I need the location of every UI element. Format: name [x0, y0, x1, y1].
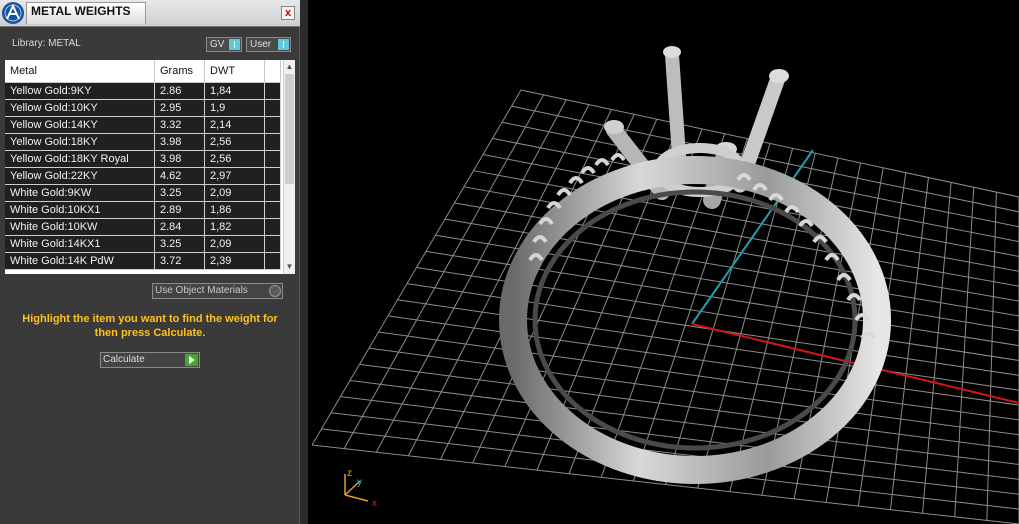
grid-line: [986, 192, 997, 521]
dwt-cell: 2,56: [204, 133, 265, 151]
column-header-grams[interactable]: Grams: [154, 60, 205, 83]
grams-cell: 2.89: [154, 201, 205, 219]
dwt-cell: 1,82: [204, 218, 265, 236]
grams-cell: 2.95: [154, 99, 205, 117]
user-toggle-label: User: [250, 39, 272, 50]
grams-cell: 3.98: [154, 150, 205, 168]
blank-cell: [264, 99, 281, 117]
scroll-down-icon[interactable]: ▼: [284, 261, 295, 273]
metal-weights-panel: METAL WEIGHTS x Library: METAL GV User M…: [0, 0, 300, 524]
panel-splitter[interactable]: [300, 0, 308, 524]
dwt-cell: 2,97: [204, 167, 265, 185]
dwt-cell: 1,9: [204, 99, 265, 117]
y-axis-label: y: [357, 477, 362, 488]
grid-line: [349, 379, 1019, 466]
blank-cell: [264, 116, 281, 134]
metal-cell: Yellow Gold:22KY: [5, 167, 155, 185]
toggle-knob-icon: [229, 39, 240, 50]
grid-line: [359, 363, 1019, 451]
grams-cell: 4.62: [154, 167, 205, 185]
panel-title: METAL WEIGHTS: [26, 2, 146, 24]
dwt-cell: 2,09: [204, 184, 265, 202]
axis-triad: z y x: [344, 468, 377, 509]
blank-cell: [264, 133, 281, 151]
metal-cell: White Gold:14K PdW: [5, 252, 155, 270]
hint-text: Highlight the item you want to find the …: [22, 313, 278, 339]
metal-cell: White Gold:9KW: [5, 184, 155, 202]
app-logo-icon: [2, 2, 24, 24]
blank-cell: [264, 201, 281, 219]
table-row[interactable]: White Gold:10KX1 2.89 1,86: [5, 201, 281, 219]
metal-cell: White Gold:14KX1: [5, 235, 155, 253]
metal-cell: Yellow Gold:14KY: [5, 116, 155, 134]
3d-viewport[interactable]: z y x: [308, 0, 1019, 524]
toggle-knob-icon: [278, 39, 289, 50]
gv-toggle-label: GV: [210, 39, 225, 50]
table-row[interactable]: Yellow Gold:9KY 2.86 1,84: [5, 82, 281, 100]
dwt-cell: 2,09: [204, 235, 265, 253]
blank-cell: [264, 150, 281, 168]
column-header-dwt[interactable]: DWT: [204, 60, 265, 83]
blank-cell: [264, 184, 281, 202]
grid-line: [397, 299, 1019, 391]
grams-cell: 3.25: [154, 235, 205, 253]
table-row[interactable]: Yellow Gold:18KY 3.98 2,56: [5, 133, 281, 151]
grams-cell: 3.98: [154, 133, 205, 151]
table-row[interactable]: White Gold:14K PdW 3.72 2,39: [5, 252, 281, 270]
blank-cell: [264, 218, 281, 236]
calculate-label: Calculate: [103, 354, 145, 365]
z-axis-label: z: [347, 468, 352, 479]
scroll-thumb[interactable]: [285, 74, 294, 184]
blank-cell: [264, 235, 281, 253]
metal-cell: White Gold:10KW: [5, 218, 155, 236]
dwt-cell: 1,86: [204, 201, 265, 219]
x-axis-label: x: [372, 498, 377, 509]
metal-cell: Yellow Gold:18KY Royal: [5, 150, 155, 168]
use-object-materials-toggle[interactable]: Use Object Materials: [152, 283, 283, 299]
scroll-up-icon[interactable]: ▲: [284, 61, 295, 73]
table-row[interactable]: Yellow Gold:10KY 2.95 1,9: [5, 99, 281, 117]
blank-cell: [264, 82, 281, 100]
metal-cell: White Gold:10KX1: [5, 201, 155, 219]
use-object-materials-label: Use Object Materials: [155, 285, 248, 296]
gv-toggle[interactable]: GV: [206, 37, 242, 52]
column-header-blank: [264, 60, 281, 83]
table-row[interactable]: White Gold:9KW 3.25 2,09: [5, 184, 281, 202]
metal-cell: Yellow Gold:9KY: [5, 82, 155, 100]
table-row[interactable]: Yellow Gold:18KY Royal 3.98 2,56: [5, 150, 281, 168]
viewport-canvas[interactable]: z y x: [308, 0, 1019, 524]
table-row[interactable]: White Gold:10KW 2.84 1,82: [5, 218, 281, 236]
grams-cell: 2.84: [154, 218, 205, 236]
grid-line: [387, 315, 1019, 406]
table-row[interactable]: Yellow Gold:22KY 4.62 2,97: [5, 167, 281, 185]
calculate-button[interactable]: Calculate: [100, 352, 200, 368]
blank-cell: [264, 252, 281, 270]
metal-table: Metal Grams DWT Yellow Gold:9KY 2.86 1,84 …: [5, 60, 295, 274]
grams-cell: 3.72: [154, 252, 205, 270]
library-label: Library: METAL: [12, 38, 81, 49]
metal-cell: Yellow Gold:10KY: [5, 99, 155, 117]
column-header-metal[interactable]: Metal: [5, 60, 155, 83]
dwt-cell: 2,56: [204, 150, 265, 168]
dwt-cell: 2,14: [204, 116, 265, 134]
grid-line: [954, 187, 975, 517]
dwt-cell: 1,84: [204, 82, 265, 100]
dwt-cell: 2,39: [204, 252, 265, 270]
radio-icon: [269, 285, 281, 297]
grams-cell: 2.86: [154, 82, 205, 100]
table-scrollbar[interactable]: ▲ ▼: [283, 60, 295, 274]
blank-cell: [264, 167, 281, 185]
metal-cell: Yellow Gold:18KY: [5, 133, 155, 151]
grams-cell: 3.25: [154, 184, 205, 202]
play-arrow-icon: [185, 354, 198, 366]
table-row[interactable]: Yellow Gold:14KY 3.32 2,14: [5, 116, 281, 134]
grams-cell: 3.32: [154, 116, 205, 134]
user-toggle[interactable]: User: [246, 37, 291, 52]
table-row[interactable]: White Gold:14KX1 3.25 2,09: [5, 235, 281, 253]
grid-line: [922, 182, 952, 514]
close-icon[interactable]: x: [281, 6, 295, 20]
panel-titlebar: METAL WEIGHTS x: [0, 0, 300, 27]
grid-line: [889, 177, 929, 510]
